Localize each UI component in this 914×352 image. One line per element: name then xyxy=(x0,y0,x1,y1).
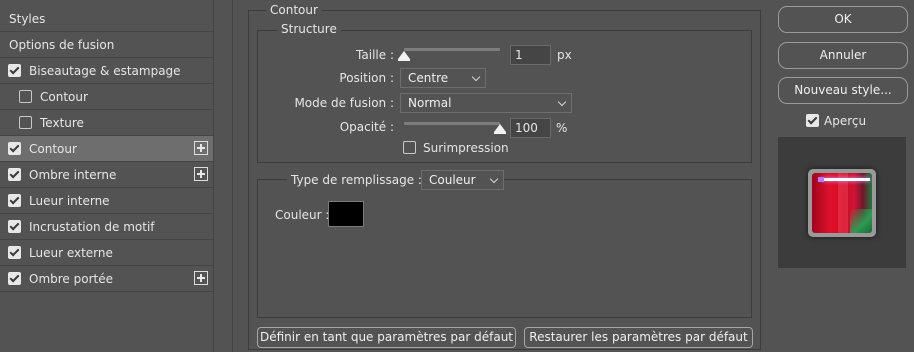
size-input[interactable]: 1 xyxy=(510,45,551,65)
contour-title: Contour xyxy=(266,3,322,17)
style-item-label: Contour xyxy=(29,141,77,156)
style-item-checkbox[interactable] xyxy=(8,220,21,233)
panel-divider xyxy=(232,0,233,352)
style-item-checkbox[interactable] xyxy=(19,116,32,129)
size-slider-thumb[interactable] xyxy=(398,51,410,61)
styles-panel: Styles Options de fusion Biseautage & es… xyxy=(0,0,213,352)
structure-title: Structure xyxy=(277,22,341,36)
style-item-checkbox[interactable] xyxy=(8,194,21,207)
preview-thumbnail xyxy=(808,169,876,237)
size-unit: px xyxy=(557,48,572,62)
chevron-down-icon xyxy=(489,174,499,184)
make-default-button[interactable]: Définir en tant que paramètres par défau… xyxy=(257,327,516,348)
preview-highlight-dot xyxy=(818,177,824,182)
style-item-label: Contour xyxy=(40,89,88,104)
style-item-checkbox[interactable] xyxy=(8,246,21,259)
add-effect-icon[interactable] xyxy=(194,271,208,285)
style-item-checkbox[interactable] xyxy=(8,168,21,181)
fill-type-label: Type de remplissage : xyxy=(287,173,426,187)
styles-header[interactable]: Styles xyxy=(0,6,213,32)
style-item-contour-sub[interactable]: Contour xyxy=(0,84,213,110)
add-effect-icon[interactable] xyxy=(194,141,208,155)
opacity-unit: % xyxy=(556,121,568,135)
blending-options-item[interactable]: Options de fusion xyxy=(0,32,213,58)
styles-header-label: Styles xyxy=(9,11,46,26)
fill-type-select-value: Couleur xyxy=(429,173,476,187)
style-item-label: Texture xyxy=(40,115,84,130)
position-select-value: Centre xyxy=(408,71,449,85)
panel-divider xyxy=(213,0,214,352)
opacity-slider[interactable] xyxy=(404,122,500,125)
chevron-down-icon xyxy=(557,97,567,107)
opacity-label: Opacité : xyxy=(339,120,394,134)
blend-mode-label: Mode de fusion : xyxy=(294,96,394,110)
style-item-label: Biseautage & estampage xyxy=(29,63,181,78)
style-item-inner-shadow[interactable]: Ombre interne xyxy=(0,162,213,188)
style-item-label: Lueur externe xyxy=(29,245,113,260)
cancel-button[interactable]: Annuler xyxy=(778,42,908,69)
blend-mode-select[interactable]: Normal xyxy=(400,93,572,113)
style-item-label: Ombre portée xyxy=(29,271,113,286)
color-swatch[interactable] xyxy=(328,201,364,227)
style-item-drop-shadow[interactable]: Ombre portée xyxy=(0,266,213,292)
overprint-checkbox[interactable] xyxy=(403,141,416,154)
fill-group xyxy=(257,179,752,318)
style-item-inner-glow[interactable]: Lueur interne xyxy=(0,188,213,214)
size-slider[interactable] xyxy=(404,48,500,51)
size-label: Taille : xyxy=(356,48,394,62)
position-label: Position : xyxy=(339,71,394,85)
reset-default-button[interactable]: Restaurer les paramètres par défaut xyxy=(524,327,753,348)
preview-label: Aperçu xyxy=(824,114,867,128)
preview-checkbox[interactable] xyxy=(806,114,819,127)
ok-button[interactable]: OK xyxy=(778,6,908,33)
style-item-label: Ombre interne xyxy=(29,167,117,182)
preview-highlight xyxy=(822,178,870,181)
preview-thumbnail-fill xyxy=(812,173,872,233)
style-item-checkbox[interactable] xyxy=(19,90,32,103)
style-item-pattern-overlay[interactable]: Incrustation de motif xyxy=(0,214,213,240)
style-item-stroke[interactable]: Contour xyxy=(0,136,213,162)
style-item-texture[interactable]: Texture xyxy=(0,110,213,136)
style-item-bevel-emboss[interactable]: Biseautage & estampage xyxy=(0,58,213,84)
style-item-checkbox[interactable] xyxy=(8,272,21,285)
style-item-checkbox[interactable] xyxy=(8,142,21,155)
blending-options-label: Options de fusion xyxy=(9,37,115,52)
fill-type-select[interactable]: Couleur xyxy=(421,170,504,190)
chevron-down-icon xyxy=(471,72,481,82)
overprint-label: Surimpression xyxy=(423,141,509,155)
style-item-outer-glow[interactable]: Lueur externe xyxy=(0,240,213,266)
opacity-slider-thumb[interactable] xyxy=(494,124,506,134)
style-item-label: Incrustation de motif xyxy=(29,219,155,234)
new-style-button[interactable]: Nouveau style... xyxy=(778,77,908,104)
position-select[interactable]: Centre xyxy=(400,68,486,88)
style-item-checkbox[interactable] xyxy=(8,64,21,77)
add-effect-icon[interactable] xyxy=(194,167,208,181)
blend-mode-select-value: Normal xyxy=(408,96,452,110)
style-preview xyxy=(778,137,906,268)
opacity-input[interactable]: 100 xyxy=(510,118,551,138)
color-label: Couleur : xyxy=(275,208,330,222)
style-item-label: Lueur interne xyxy=(29,193,110,208)
